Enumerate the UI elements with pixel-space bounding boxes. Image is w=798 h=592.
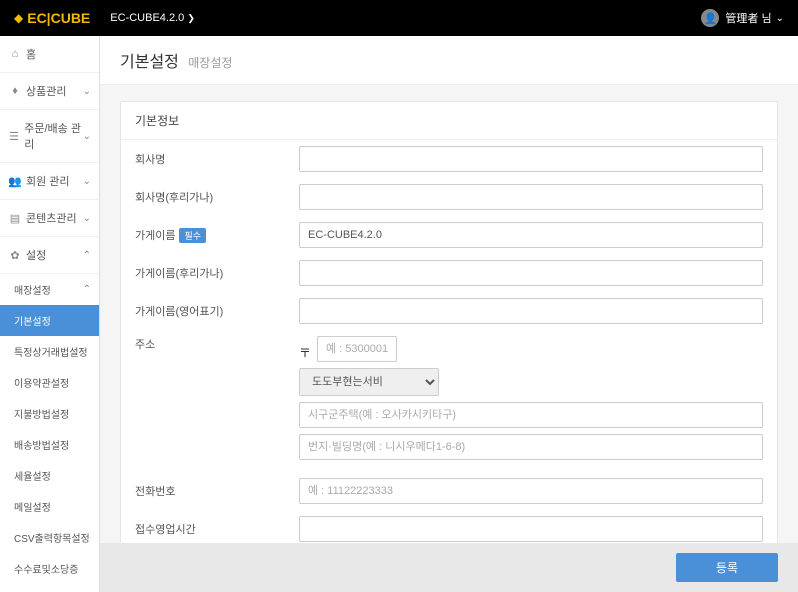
logo-text: EC|CUBE xyxy=(27,10,90,26)
nav-products[interactable]: ♦상품관리 ⌄ xyxy=(0,73,99,110)
input-company-name[interactable] xyxy=(299,146,763,172)
chevron-down-icon: ⌄ xyxy=(83,131,91,142)
logo-icon: ◆ xyxy=(14,11,23,25)
chevron-down-icon: ⌄ xyxy=(83,86,91,97)
list-icon: ☰ xyxy=(8,130,20,143)
label-phone: 전화번호 xyxy=(135,483,299,499)
input-hours[interactable] xyxy=(299,516,763,542)
subnav-law[interactable]: 특정상거래법설정 xyxy=(0,336,99,367)
subnav-fee[interactable]: 수수료및소당증 xyxy=(0,553,99,584)
subnav-terms[interactable]: 이용약관설정 xyxy=(0,367,99,398)
nav-settings[interactable]: ✿설정 ⌃ xyxy=(0,237,99,274)
required-badge: 필수 xyxy=(179,228,206,243)
register-button[interactable]: 등록 xyxy=(676,553,778,582)
subnav-basic[interactable]: 기본설정 xyxy=(0,305,99,336)
gear-icon: ✿ xyxy=(8,249,22,262)
home-icon: ⌂ xyxy=(8,48,22,60)
subnav-store-setting[interactable]: 매장설정 ⌃ xyxy=(0,274,99,305)
subnav-csv[interactable]: CSV출력항목설정 xyxy=(0,522,99,553)
chevron-down-icon: ⌄ xyxy=(83,213,91,224)
input-phone[interactable] xyxy=(299,478,763,504)
subnav-holiday[interactable]: 정기휴일설정(비성임) xyxy=(0,584,99,592)
postal-prefix: 〒 xyxy=(299,344,311,361)
page-subtitle: 매장설정 xyxy=(188,56,232,70)
cart-icon: ♦ xyxy=(8,85,22,97)
label-shop-name: 가게이름 필수 xyxy=(135,227,299,243)
username: 管理者 님 xyxy=(725,10,771,26)
label-shop-kana: 가게이름(후리가나) xyxy=(135,265,299,281)
chevron-up-icon: ⌃ xyxy=(83,284,91,295)
main-content: 기본설정 매장설정 기본정보 회사명 회사명(후리가나) 가게이름 필수 xyxy=(100,36,798,592)
user-menu[interactable]: 👤 管理者 님 ⌄ xyxy=(701,9,784,27)
app-header: ◆ EC|CUBE EC-CUBE4.2.0 ❯ 👤 管理者 님 ⌄ xyxy=(0,0,798,36)
label-address: 주소 xyxy=(135,336,299,352)
chevron-up-icon: ⌃ xyxy=(83,250,91,261)
footer-bar: 등록 xyxy=(100,543,798,592)
version-link[interactable]: EC-CUBE4.2.0 ❯ xyxy=(110,12,195,24)
subnav-payment[interactable]: 지불방법설정 xyxy=(0,398,99,429)
label-hours: 접수영업시간 xyxy=(135,521,299,537)
input-shop-en[interactable] xyxy=(299,298,763,324)
doc-icon: ▤ xyxy=(8,212,22,225)
nav-home[interactable]: ⌂홈 xyxy=(0,36,99,73)
input-addr2[interactable] xyxy=(299,434,763,460)
nav-content[interactable]: ▤콘텐츠관리 ⌄ xyxy=(0,200,99,237)
subnav-delivery[interactable]: 배송방법설정 xyxy=(0,429,99,460)
input-postal[interactable] xyxy=(317,336,397,362)
users-icon: 👥 xyxy=(8,175,22,188)
input-shop-kana[interactable] xyxy=(299,260,763,286)
page-header: 기본설정 매장설정 xyxy=(100,36,798,85)
chevron-down-icon: ⌄ xyxy=(776,13,784,24)
chevron-down-icon: ⌄ xyxy=(83,176,91,187)
select-prefecture[interactable]: 도도부현는서비 xyxy=(299,368,439,396)
user-icon: 👤 xyxy=(701,9,719,27)
nav-orders[interactable]: ☰주문/배송 관리 ⌄ xyxy=(0,110,99,163)
nav-members[interactable]: 👥회원 관리 ⌄ xyxy=(0,163,99,200)
label-shop-en: 가게이름(영어표기) xyxy=(135,303,299,319)
input-shop-name[interactable] xyxy=(299,222,763,248)
label-company-name: 회사명 xyxy=(135,151,299,167)
input-addr1[interactable] xyxy=(299,402,763,428)
sidebar: ⌂홈 ♦상품관리 ⌄ ☰주문/배송 관리 ⌄ 👥회원 관리 ⌄ ▤콘텐츠관리 ⌄… xyxy=(0,36,100,592)
subnav-mail[interactable]: 메일설정 xyxy=(0,491,99,522)
page-title: 기본설정 xyxy=(120,54,179,71)
label-company-kana: 회사명(후리가나) xyxy=(135,189,299,205)
basic-info-card: 기본정보 회사명 회사명(후리가나) 가게이름 필수 xyxy=(120,101,778,592)
card-header: 기본정보 xyxy=(121,102,777,140)
input-company-kana[interactable] xyxy=(299,184,763,210)
subnav-tax[interactable]: 세율설정 xyxy=(0,460,99,491)
